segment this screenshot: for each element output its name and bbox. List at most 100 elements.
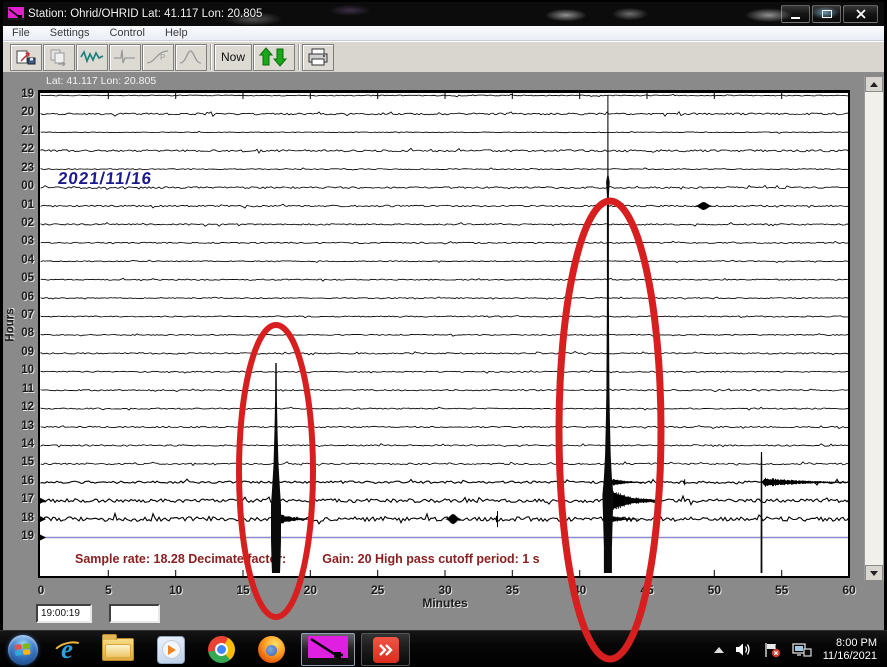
copy-button-disabled[interactable]	[43, 44, 75, 71]
chrome-button[interactable]	[208, 636, 235, 663]
status-gain-filter: Gain: 20 High pass cutoff period: 1 s	[322, 552, 539, 566]
trace-row-18-23	[41, 514, 848, 524]
svg-text:P: P	[160, 53, 165, 62]
scroll-hours-button[interactable]	[253, 44, 295, 71]
trace-row-20-1	[41, 112, 848, 116]
menu-bar: File Settings Control Help	[3, 26, 884, 41]
hour-label-6: 01	[7, 199, 34, 211]
seismograph-app-icon	[308, 636, 348, 663]
copy-icon	[48, 48, 70, 66]
trace-spike	[497, 511, 498, 527]
maximize-button[interactable]	[812, 5, 841, 23]
open-data-button[interactable]	[10, 44, 42, 71]
trace-row-21-2	[41, 131, 848, 133]
seismograph-icon	[8, 7, 24, 21]
minimize-button[interactable]	[781, 5, 810, 23]
event-1	[271, 363, 281, 573]
trace-spike	[622, 203, 623, 209]
vertical-scrollbar[interactable]	[864, 76, 884, 581]
minute-label-35: 35	[506, 583, 519, 597]
trace-coda	[610, 516, 638, 522]
trace-coda	[610, 491, 659, 510]
station-latlon-label: Lat: 41.117 Lon: 20.805	[46, 75, 156, 87]
hour-label-2: 21	[7, 125, 34, 137]
hour-label-8: 03	[7, 235, 34, 247]
helicorder-traces	[40, 93, 848, 576]
impulse-button-disabled[interactable]	[109, 44, 141, 71]
now-button[interactable]: Now	[214, 44, 252, 71]
trace-row-04-9	[41, 260, 848, 262]
trace-row-23-4	[41, 168, 848, 170]
windows-flag-icon	[14, 643, 31, 657]
window-title: Station: Ohrid/OHRID Lat: 41.117 Lon: 20…	[28, 8, 262, 20]
volume-icon[interactable]	[735, 642, 752, 657]
highpass-filter-icon: P	[146, 48, 170, 66]
close-button[interactable]	[843, 5, 878, 23]
firefox-button[interactable]	[258, 636, 285, 663]
scroll-down-button[interactable]	[865, 565, 883, 581]
hour-label-1: 20	[7, 106, 34, 118]
hour-label-20: 15	[7, 456, 34, 468]
secondary-time-field[interactable]	[109, 604, 160, 623]
event-2	[602, 95, 613, 573]
waveform-icon	[80, 48, 104, 66]
hour-label-10: 05	[7, 272, 34, 284]
hour-label-9: 04	[7, 254, 34, 266]
row-start-marker	[40, 498, 46, 504]
seismograph-app-button[interactable]	[301, 633, 355, 666]
trace-row-13-18	[41, 426, 848, 429]
trace-burst	[446, 514, 460, 524]
menu-settings[interactable]: Settings	[40, 26, 100, 40]
trace-row-01-6	[41, 204, 848, 208]
helicorder-client-area: Lat: 41.117 Lon: 20.805 Hours 1920212223…	[3, 72, 884, 630]
hour-label-24: 19	[7, 530, 34, 542]
menu-help[interactable]: Help	[155, 26, 198, 40]
hour-label-21: 16	[7, 475, 34, 487]
print-button[interactable]	[302, 44, 334, 71]
hour-label-3: 22	[7, 143, 34, 155]
file-explorer-button[interactable]	[102, 638, 134, 661]
open-data-icon	[15, 48, 37, 66]
remote-desktop-app-button[interactable]	[361, 633, 410, 666]
cursor-time-field[interactable]: 19:00:19	[36, 604, 92, 623]
row-start-marker	[40, 516, 46, 522]
trace-row-02-7	[41, 223, 848, 227]
minute-label-15: 15	[236, 583, 249, 597]
minute-label-45: 45	[640, 583, 653, 597]
hour-label-0: 19	[7, 88, 34, 100]
minute-label-5: 5	[105, 583, 112, 597]
media-player-button[interactable]	[157, 636, 185, 664]
menu-control[interactable]: Control	[99, 26, 154, 40]
minute-label-40: 40	[573, 583, 586, 597]
action-center-flag-icon[interactable]	[763, 642, 781, 658]
menu-file[interactable]: File	[3, 26, 40, 40]
hour-label-19: 14	[7, 438, 34, 450]
helicorder-plot-area[interactable]: 2021/11/16 Sample rate: 18.28 Decimate f…	[38, 90, 850, 578]
minute-label-30: 30	[438, 583, 451, 597]
gaussian-curve-icon	[179, 48, 203, 66]
hour-label-4: 23	[7, 162, 34, 174]
scroll-up-button[interactable]	[865, 76, 883, 92]
up-down-arrows-icon	[259, 47, 289, 67]
clock[interactable]: 8:00 PM 11/16/2021	[823, 637, 877, 663]
hour-label-18: 13	[7, 420, 34, 432]
close-icon	[856, 9, 866, 19]
waveform-view-button[interactable]	[76, 44, 108, 71]
trace-coda	[610, 479, 643, 486]
highpass-filter-button-disabled[interactable]: P	[142, 44, 174, 71]
trace-row-08-13	[41, 334, 848, 337]
trace-coda	[763, 478, 849, 487]
scroll-down-icon	[870, 571, 878, 576]
hour-label-13: 08	[7, 327, 34, 339]
internet-explorer-button[interactable]: e	[52, 634, 82, 665]
trace-row-19-0	[41, 94, 848, 96]
network-icon[interactable]	[792, 642, 812, 658]
media-player-icon	[162, 640, 181, 659]
maximize-icon	[822, 10, 832, 18]
minute-label-60: 60	[842, 583, 855, 597]
show-hidden-icons-button[interactable]	[714, 647, 724, 653]
gaussian-filter-button-disabled[interactable]	[175, 44, 207, 71]
desktop-screen: Station: Ohrid/OHRID Lat: 41.117 Lon: 20…	[0, 0, 887, 667]
minute-label-25: 25	[371, 583, 384, 597]
start-button[interactable]	[8, 635, 38, 665]
